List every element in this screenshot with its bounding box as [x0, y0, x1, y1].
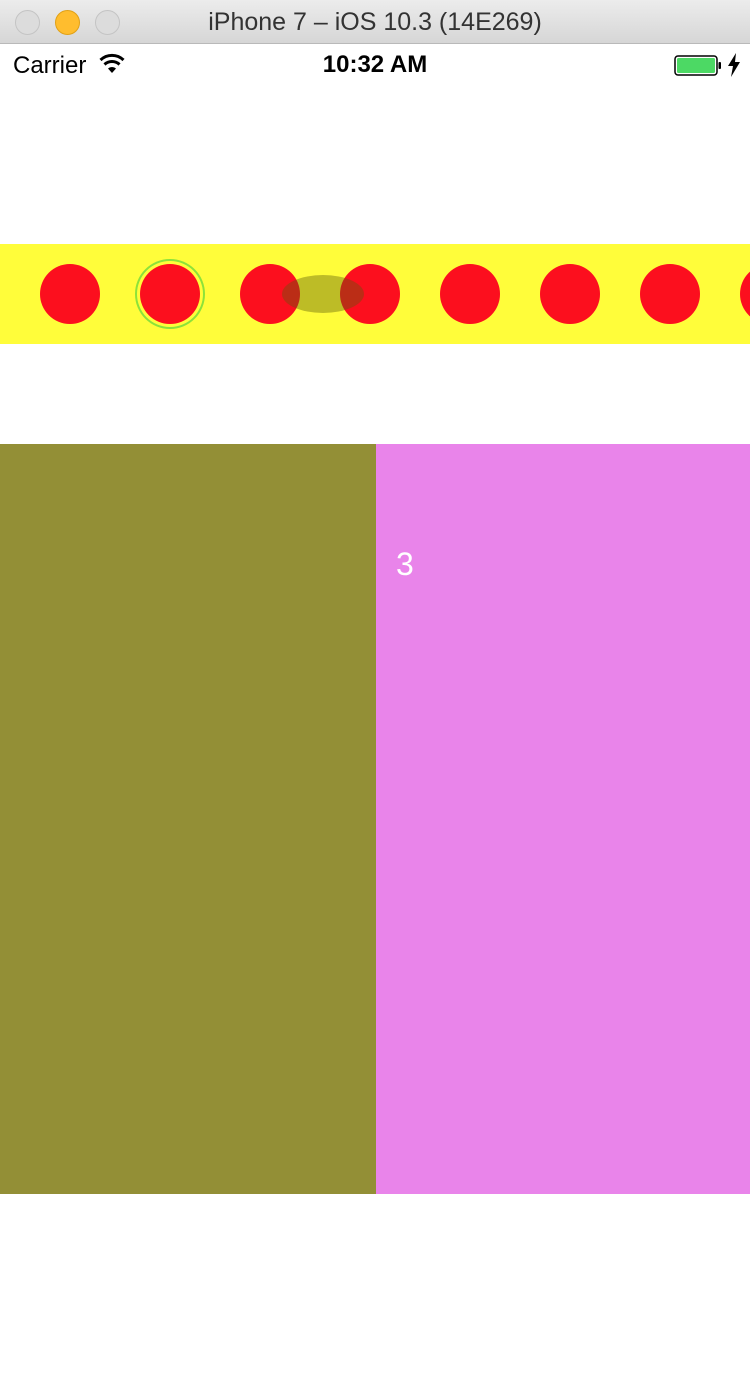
page-pane-right[interactable]: 3	[376, 444, 750, 1194]
window-title: iPhone 7 – iOS 10.3 (14E269)	[208, 8, 542, 36]
simulator-title-bar: iPhone 7 – iOS 10.3 (14E269)	[0, 0, 750, 44]
dot-item-selected[interactable]	[140, 264, 200, 324]
dot-item[interactable]	[440, 264, 500, 324]
page-number-label: 3	[396, 546, 414, 582]
status-time: 10:32 AM	[322, 51, 428, 78]
dot-item[interactable]	[40, 264, 100, 324]
dot-item[interactable]	[540, 264, 600, 324]
dot-strip[interactable]	[0, 244, 750, 344]
battery-icon	[674, 55, 721, 76]
dot-item[interactable]	[740, 264, 750, 324]
page-pane-left[interactable]	[0, 444, 376, 1194]
scroll-indicator	[282, 275, 364, 313]
dot-item[interactable]	[640, 264, 700, 324]
status-bar: Carrier 10:32 AM	[0, 44, 750, 86]
charging-bolt-icon	[728, 53, 740, 77]
